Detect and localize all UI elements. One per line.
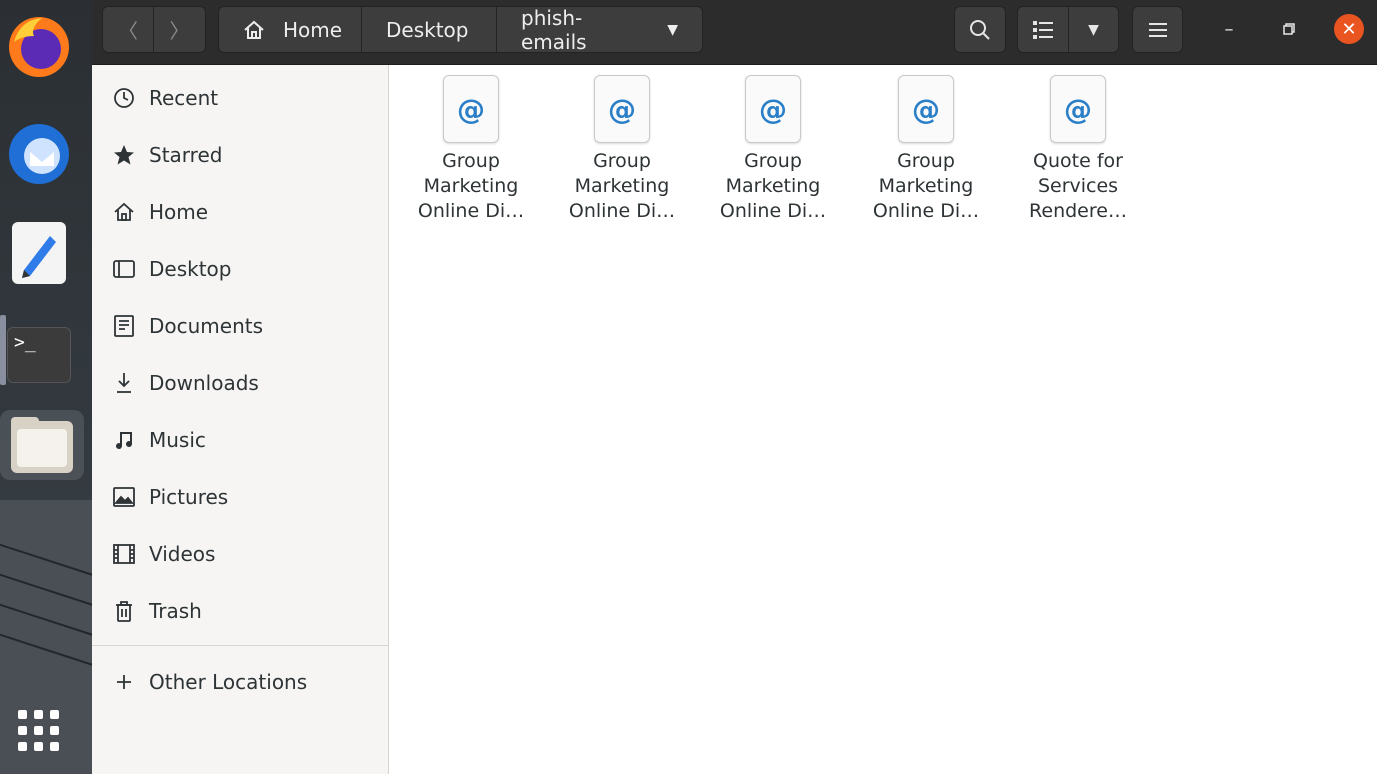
- file-name: Group Marketing Online Di…: [568, 150, 676, 222]
- document-icon: [112, 314, 136, 338]
- sidebar-divider: [92, 645, 388, 646]
- email-file-icon: @: [443, 75, 499, 143]
- plus-icon: [112, 670, 136, 694]
- breadcrumb-phish-emails[interactable]: phish-emails ▼: [496, 5, 703, 54]
- restore-icon: [1283, 23, 1295, 35]
- sidebar-item-music[interactable]: Music: [92, 414, 388, 466]
- file-view: @ Group Marketing Online Di… @ Group Mar…: [389, 65, 1377, 774]
- home-icon: [112, 200, 136, 224]
- search-button[interactable]: [954, 6, 1006, 53]
- desktop-icon: [112, 257, 136, 281]
- sidebar-item-label: Recent: [149, 86, 219, 110]
- sidebar-item-label: Desktop: [149, 257, 232, 281]
- file-item[interactable]: @ Group Marketing Online Di…: [703, 75, 843, 224]
- forward-button[interactable]: 〉: [153, 6, 206, 53]
- thunderbird-icon[interactable]: [4, 118, 74, 188]
- hamburger-menu-icon: [1148, 22, 1167, 38]
- email-file-icon: @: [594, 75, 650, 143]
- show-apps-icon[interactable]: [4, 696, 74, 766]
- chevron-left-icon: 〈: [118, 19, 138, 43]
- breadcrumb-label: phish-emails: [521, 5, 587, 54]
- sidebar-item-recent[interactable]: Recent: [92, 72, 388, 124]
- video-icon: [112, 542, 136, 566]
- sidebar-item-videos[interactable]: Videos: [92, 528, 388, 580]
- email-file-icon: @: [745, 75, 801, 143]
- file-item[interactable]: @ Group Marketing Online Di…: [401, 75, 541, 224]
- picture-icon: [112, 485, 136, 509]
- search-icon: [969, 19, 991, 41]
- sidebar-item-pictures[interactable]: Pictures: [92, 471, 388, 523]
- sidebar-item-documents[interactable]: Documents: [92, 300, 388, 352]
- chevron-right-icon: 〉: [169, 19, 190, 43]
- sidebar-item-trash[interactable]: Trash: [92, 585, 388, 637]
- music-icon: [112, 428, 136, 452]
- sidebar-item-label: Music: [149, 428, 206, 452]
- sidebar-item-label: Downloads: [149, 371, 259, 395]
- sidebar-item-label: Trash: [149, 599, 202, 623]
- text-editor-icon[interactable]: [4, 218, 74, 288]
- dock: >_: [0, 0, 92, 774]
- files-icon[interactable]: [0, 410, 84, 480]
- sidebar-item-starred[interactable]: Starred: [92, 129, 388, 181]
- breadcrumb-desktop[interactable]: Desktop: [361, 6, 497, 53]
- back-button[interactable]: 〈: [102, 6, 154, 53]
- view-options-button[interactable]: ▼: [1068, 6, 1119, 53]
- sidebar-item-other-locations[interactable]: Other Locations: [92, 656, 388, 708]
- sidebar: Recent Starred Home Desktop Documents Do…: [92, 65, 389, 774]
- sidebar-item-label: Videos: [149, 542, 216, 566]
- breadcrumb-label: Desktop: [386, 17, 469, 42]
- terminal-icon[interactable]: >_: [4, 320, 74, 390]
- star-icon: [112, 143, 136, 167]
- sidebar-item-label: Other Locations: [149, 670, 308, 694]
- download-icon: [112, 371, 136, 395]
- sidebar-item-label: Documents: [149, 314, 264, 338]
- file-item[interactable]: @ Group Marketing Online Di…: [856, 75, 996, 224]
- file-name: Group Marketing Online Di…: [872, 150, 980, 222]
- caret-down-icon: ▼: [1088, 21, 1099, 38]
- breadcrumb-home[interactable]: Home: [218, 6, 362, 53]
- file-name: Group Marketing Online Di…: [417, 150, 525, 222]
- sidebar-item-label: Pictures: [149, 485, 229, 509]
- main-menu-button[interactable]: [1132, 6, 1183, 53]
- sidebar-item-label: Home: [149, 200, 209, 224]
- firefox-icon[interactable]: [4, 12, 74, 82]
- trash-icon: [112, 599, 136, 623]
- clock-icon: [112, 86, 136, 110]
- sidebar-item-home[interactable]: Home: [92, 186, 388, 238]
- view-list-button[interactable]: [1017, 6, 1069, 53]
- home-icon: [243, 19, 265, 41]
- sidebar-item-desktop[interactable]: Desktop: [92, 243, 388, 295]
- sidebar-item-label: Starred: [149, 143, 223, 167]
- minimize-button[interactable]: –: [1214, 14, 1244, 44]
- terminal-prompt-glyph: >_: [7, 327, 71, 383]
- breadcrumb-label: Home: [283, 17, 343, 42]
- close-button[interactable]: ✕: [1334, 14, 1364, 44]
- file-item[interactable]: @ Group Marketing Online Di…: [552, 75, 692, 224]
- file-name: Quote for Services Rendere…: [1029, 150, 1127, 222]
- file-item[interactable]: @ Quote for Services Rendere…: [1008, 75, 1148, 224]
- caret-down-icon: ▼: [667, 21, 678, 38]
- list-view-icon: [1033, 20, 1053, 39]
- file-name: Group Marketing Online Di…: [719, 150, 827, 222]
- restore-button[interactable]: [1274, 14, 1304, 44]
- email-file-icon: @: [898, 75, 954, 143]
- close-icon: ✕: [1341, 18, 1357, 40]
- minimize-icon: –: [1224, 18, 1234, 40]
- email-file-icon: @: [1050, 75, 1106, 143]
- header-bar: 〈 〉 Home Desktop phish-emails ▼ ▼ – ✕: [92, 0, 1377, 65]
- sidebar-item-downloads[interactable]: Downloads: [92, 357, 388, 409]
